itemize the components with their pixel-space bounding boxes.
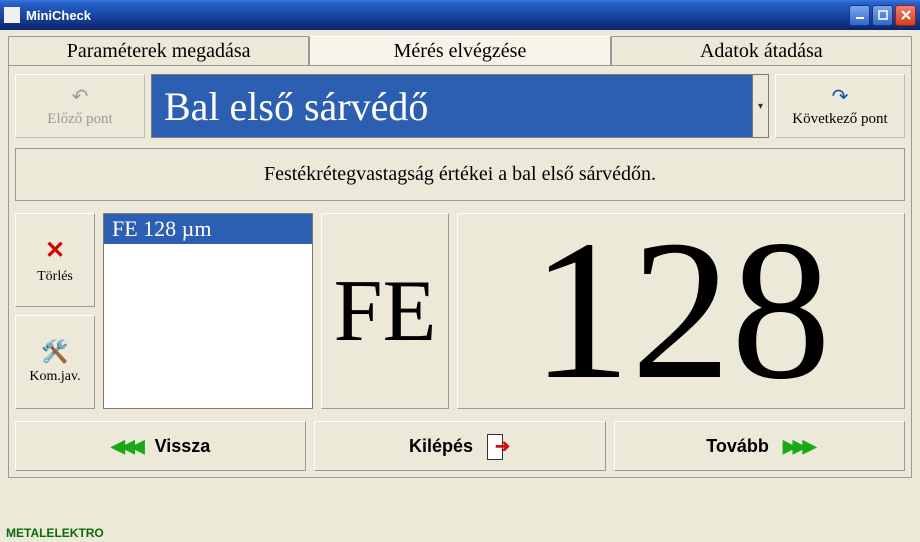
list-item[interactable]: FE 128 µm — [104, 214, 312, 244]
comm-fix-button[interactable]: 🛠️ Kom.jav. — [15, 315, 95, 409]
tab-bar: Paraméterek megadása Mérés elvégzése Ada… — [8, 36, 912, 66]
triangle-left-icon: ◀◀◀ — [111, 436, 141, 457]
minimize-button[interactable] — [849, 5, 870, 26]
tab-content: ↶ Előző pont Bal első sárvédő ▾ ↷ Követk… — [8, 66, 912, 478]
comm-label: Kom.jav. — [29, 369, 80, 385]
chevron-down-icon[interactable]: ▾ — [753, 74, 769, 138]
tab-measure[interactable]: Mérés elvégzése — [309, 36, 610, 65]
forward-label: Tovább — [706, 436, 769, 457]
forward-button[interactable]: Tovább ▶▶▶ — [614, 421, 905, 471]
prev-point-button[interactable]: ↶ Előző pont — [15, 74, 145, 138]
footer-brand: METALELEKTRO — [6, 526, 104, 540]
triangle-right-icon: ▶▶▶ — [783, 436, 813, 457]
info-bar: Festékrétegvastagság értékei a bal első … — [15, 148, 905, 201]
tab-params[interactable]: Paraméterek megadása — [8, 36, 309, 65]
window-title: MiniCheck — [26, 8, 849, 23]
x-icon: ✕ — [45, 236, 65, 265]
exit-button[interactable]: Kilépés — [314, 421, 605, 471]
redo-icon: ↷ — [832, 84, 849, 109]
close-button[interactable] — [895, 5, 916, 26]
part-name: Bal első sárvédő — [151, 74, 753, 138]
measurement-list[interactable]: FE 128 µm — [103, 213, 313, 409]
part-dropdown[interactable]: Bal első sárvédő ▾ — [151, 74, 769, 138]
back-label: Vissza — [155, 436, 211, 457]
exit-icon — [487, 434, 511, 458]
material-display: FE — [321, 213, 449, 409]
titlebar: MiniCheck — [0, 0, 920, 30]
delete-button[interactable]: ✕ Törlés — [15, 213, 95, 307]
next-point-button[interactable]: ↷ Következő pont — [775, 74, 905, 138]
next-point-label: Következő pont — [792, 111, 887, 128]
app-icon — [4, 7, 20, 23]
tools-icon: 🛠️ — [41, 339, 68, 365]
undo-icon: ↶ — [72, 84, 89, 109]
maximize-button[interactable] — [872, 5, 893, 26]
tab-data[interactable]: Adatok átadása — [611, 36, 912, 65]
exit-label: Kilépés — [409, 436, 473, 457]
prev-point-label: Előző pont — [47, 111, 112, 128]
delete-label: Törlés — [37, 269, 73, 285]
value-display: 128 — [457, 213, 905, 409]
back-button[interactable]: ◀◀◀ Vissza — [15, 421, 306, 471]
